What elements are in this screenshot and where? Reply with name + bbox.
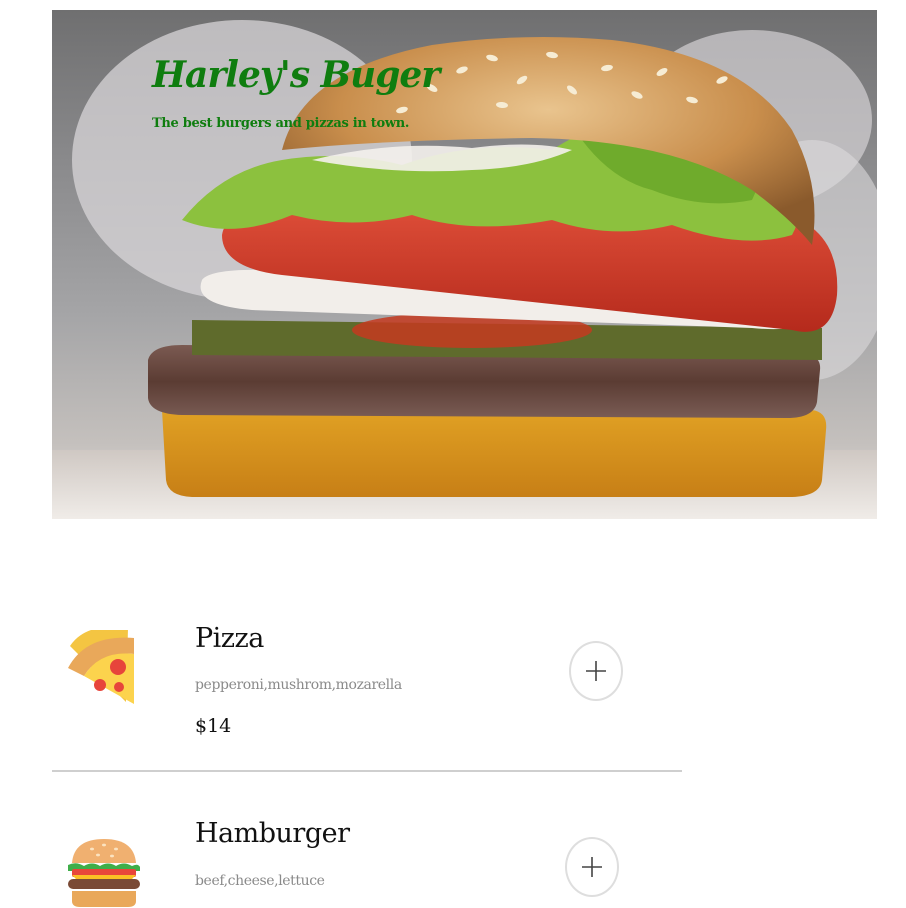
- menu-item-hamburger: Hamburger beef,cheese,lettuce: [52, 800, 682, 908]
- plus-icon: [586, 661, 606, 681]
- item-description: beef,cheese,lettuce: [195, 873, 325, 889]
- item-name: Pizza: [195, 623, 264, 654]
- item-name: Hamburger: [195, 818, 350, 849]
- menu-item-pizza: Pizza pepperoni,mushrom,mozarella $14: [52, 605, 682, 772]
- add-to-cart-button[interactable]: [569, 641, 623, 701]
- hamburger-icon: [68, 839, 140, 907]
- add-to-cart-button[interactable]: [565, 837, 619, 897]
- item-price: $14: [195, 715, 232, 737]
- page: Harley's Buger The best burgers and pizz…: [0, 0, 906, 908]
- item-description: pepperoni,mushrom,mozarella: [195, 677, 402, 693]
- restaurant-title: Harley's Buger: [152, 54, 440, 96]
- pizza-slice-icon: [68, 630, 134, 704]
- hero-banner: Harley's Buger The best burgers and pizz…: [52, 10, 877, 519]
- plus-icon: [582, 857, 602, 877]
- restaurant-tagline: The best burgers and pizzas in town.: [152, 116, 410, 131]
